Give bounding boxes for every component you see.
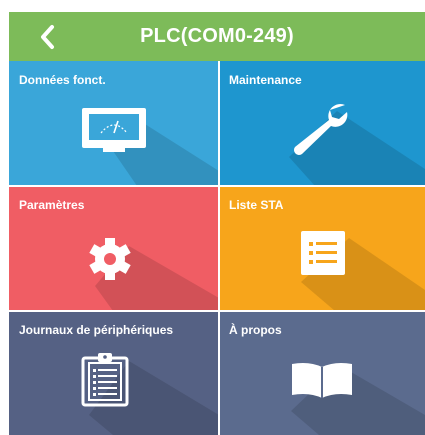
clipboard-icon bbox=[81, 353, 129, 407]
wrench-icon bbox=[294, 104, 348, 155]
meter-icon bbox=[82, 108, 146, 152]
tile-sta-list[interactable]: Liste STA bbox=[219, 186, 425, 311]
tile-about[interactable]: À propos bbox=[219, 311, 425, 435]
app-header: PLC(COM0-249) bbox=[9, 12, 425, 61]
tile-operating-data[interactable]: Données fonct. bbox=[9, 61, 219, 186]
page-title: PLC(COM0-249) bbox=[140, 25, 294, 47]
tile-device-logs[interactable]: Journaux de périphériques bbox=[9, 311, 219, 435]
list-icon bbox=[301, 231, 345, 275]
tile-settings[interactable]: Paramètres bbox=[9, 186, 219, 311]
tile-label: Données fonct. bbox=[19, 73, 106, 87]
tile-label: Maintenance bbox=[229, 73, 302, 87]
tile-label: Journaux de périphériques bbox=[19, 323, 174, 337]
tile-maintenance[interactable]: Maintenance bbox=[219, 61, 425, 186]
tile-label: Paramètres bbox=[19, 198, 85, 212]
divider bbox=[218, 61, 220, 435]
menu-grid: Données fonct. Maintenance Paramètres Li… bbox=[9, 61, 425, 435]
tile-label: À propos bbox=[229, 323, 282, 337]
status-strip bbox=[0, 0, 425, 12]
tile-label: Liste STA bbox=[229, 198, 284, 212]
book-icon bbox=[292, 363, 352, 398]
gear-icon bbox=[89, 238, 131, 280]
divider bbox=[9, 310, 425, 312]
divider bbox=[9, 185, 425, 187]
